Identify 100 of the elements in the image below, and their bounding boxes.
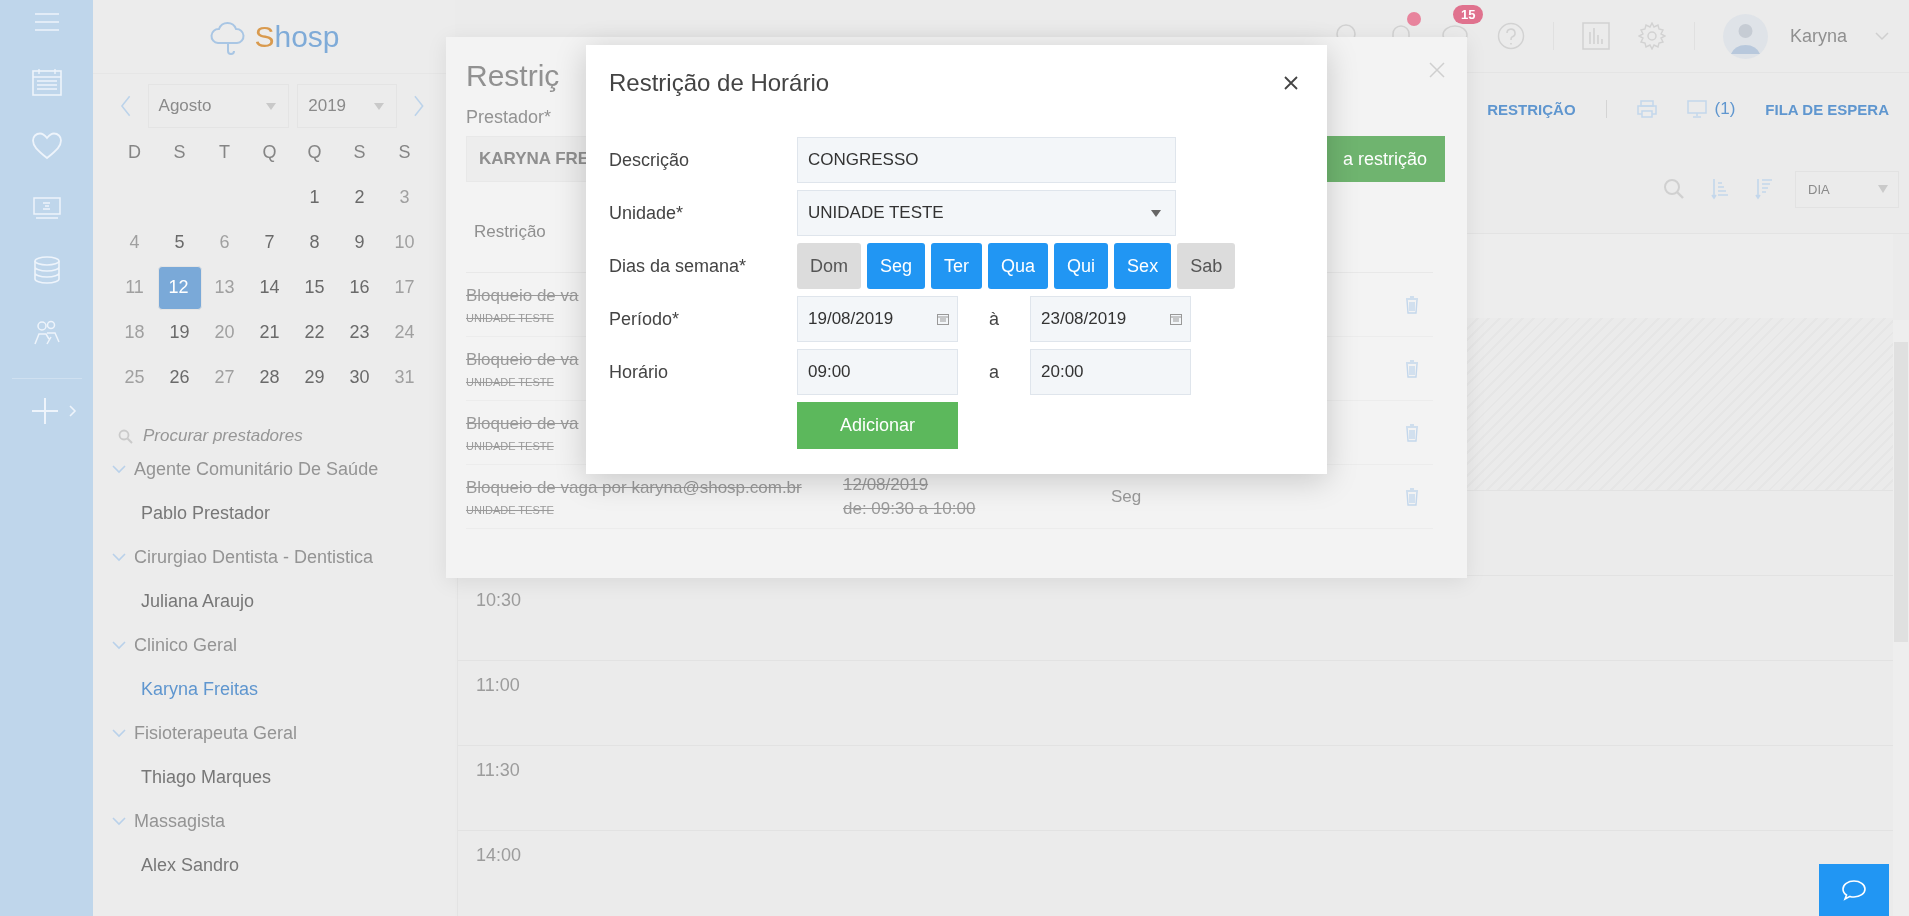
calendar-day[interactable]: 11	[112, 265, 157, 310]
user-name[interactable]: Karyna	[1789, 25, 1847, 47]
trash-icon[interactable]	[1405, 359, 1419, 378]
end-time-field[interactable]: 20:00	[1030, 349, 1191, 395]
chat-button[interactable]	[1819, 864, 1889, 916]
calendar-day[interactable]: 18	[112, 310, 157, 355]
calendar-day[interactable]: 19	[157, 310, 202, 355]
close-icon[interactable]	[1283, 75, 1299, 91]
panel-title: Restriç	[466, 59, 560, 93]
calendar-day[interactable]: 12	[157, 265, 202, 310]
heart-icon[interactable]	[31, 132, 62, 160]
view-select[interactable]: DIA	[1795, 170, 1899, 208]
group-label[interactable]: Cirurgiao Dentista - Dentistica	[134, 546, 374, 568]
previous-month-icon[interactable]	[120, 95, 132, 117]
weekday-toggle[interactable]: Sex	[1114, 243, 1172, 289]
menu-icon[interactable]	[33, 12, 60, 32]
monitor-queue-button[interactable]: (1)	[1686, 99, 1736, 119]
time-label: 14:00	[476, 845, 522, 865]
chevron-icon[interactable]	[112, 640, 126, 650]
sort-descending-icon[interactable]	[1755, 178, 1773, 200]
weekday-toggle[interactable]: Qua	[988, 243, 1049, 289]
calendar-day[interactable]: 1	[292, 175, 337, 220]
calendar-day[interactable]: 25	[112, 355, 157, 400]
calendar-day[interactable]: 7	[247, 220, 292, 265]
description-field[interactable]: CONGRESSO	[797, 137, 1176, 183]
start-date-field[interactable]: 19/08/2019	[797, 296, 958, 342]
settings-icon[interactable]	[1637, 22, 1666, 50]
calendar-day[interactable]: 22	[292, 310, 337, 355]
start-time-field[interactable]: 09:00	[797, 349, 958, 395]
chart-icon[interactable]	[1581, 22, 1610, 50]
weekday-toggle[interactable]: Dom	[797, 243, 861, 289]
calendar-day[interactable]: 20	[202, 310, 247, 355]
weekday-toggle[interactable]: Ter	[931, 243, 983, 289]
provider-item[interactable]: Alex Sandro	[112, 840, 433, 890]
add-icon[interactable]	[30, 397, 59, 425]
calendar-day[interactable]: 4	[112, 220, 157, 265]
print-icon[interactable]	[1636, 100, 1657, 118]
group-label[interactable]: Massagista	[134, 810, 226, 832]
column-header: Restrição	[474, 222, 546, 242]
trash-icon[interactable]	[1405, 487, 1419, 506]
add-button[interactable]: Adicionar	[797, 402, 958, 449]
calendar-day[interactable]: 28	[247, 355, 292, 400]
calendar-day[interactable]: 8	[292, 220, 337, 265]
sort-ascending-icon[interactable]	[1711, 178, 1729, 200]
calendar-day[interactable]: 10	[382, 220, 427, 265]
calendar-day[interactable]: 31	[382, 355, 427, 400]
money-icon[interactable]	[32, 196, 61, 220]
provider-item[interactable]: Pablo Prestador	[112, 488, 433, 538]
calendar-day[interactable]: 2	[337, 175, 382, 220]
dropdown-caret-icon	[1151, 209, 1161, 217]
calendar-day[interactable]: 23	[337, 310, 382, 355]
weekday-toggle[interactable]: Qui	[1054, 243, 1109, 289]
waiting-list-link[interactable]: FILA DE ESPERA	[1765, 100, 1889, 118]
calendar-day[interactable]: 15	[292, 265, 337, 310]
calendar-day[interactable]: 5	[157, 220, 202, 265]
calendar-day[interactable]: 24	[382, 310, 427, 355]
calendar-day[interactable]: 3	[382, 175, 427, 220]
calendar-day[interactable]: 21	[247, 310, 292, 355]
end-date-field[interactable]: 23/08/2019	[1030, 296, 1191, 342]
chevron-icon[interactable]	[112, 728, 126, 738]
database-icon[interactable]	[32, 256, 61, 284]
calendar-day[interactable]: 16	[337, 265, 382, 310]
people-icon[interactable]	[31, 320, 62, 346]
calendar-day[interactable]: 14	[247, 265, 292, 310]
group-label[interactable]: Clinico Geral	[134, 634, 238, 656]
chevron-down-icon[interactable]	[1875, 31, 1889, 41]
unit-select[interactable]: UNIDADE TESTE	[797, 190, 1176, 236]
restriction-link[interactable]: RESTRIÇÃO	[1487, 100, 1576, 118]
group-label[interactable]: Agente Comunitário De Saúde	[134, 458, 379, 480]
calendar-day[interactable]: 13	[202, 265, 247, 310]
search-icon[interactable]	[1663, 178, 1685, 200]
calendar-day[interactable]: 29	[292, 355, 337, 400]
trash-icon[interactable]	[1405, 423, 1419, 442]
provider-item[interactable]: Karyna Freitas	[112, 664, 433, 714]
chevron-right-icon[interactable]	[68, 405, 77, 417]
chevron-icon[interactable]	[112, 552, 126, 562]
calendar-day[interactable]: 9	[337, 220, 382, 265]
dropdown-caret-icon	[1878, 185, 1888, 193]
weekday-toggle[interactable]: Sab	[1177, 243, 1236, 289]
field-label: Dias da semana*	[609, 255, 748, 277]
month-select[interactable]: Agosto	[147, 84, 290, 128]
calendar-day[interactable]: 17	[382, 265, 427, 310]
search-icon	[118, 428, 133, 444]
help-icon[interactable]	[1496, 22, 1525, 50]
group-label[interactable]: Fisioterapeuta Geral	[134, 722, 298, 744]
trash-icon[interactable]	[1405, 295, 1419, 314]
search-field[interactable]: Procurar prestadores	[143, 426, 393, 446]
avatar[interactable]	[1722, 13, 1768, 59]
calendar-day[interactable]: 27	[202, 355, 247, 400]
calendar-icon[interactable]	[31, 68, 62, 96]
weekday-toggle[interactable]: Seg	[867, 243, 926, 289]
calendar-day[interactable]: 6	[202, 220, 247, 265]
provider-item[interactable]: Juliana Araujo	[112, 576, 433, 626]
year-select[interactable]: 2019	[297, 84, 398, 128]
next-month-icon[interactable]	[413, 95, 425, 117]
calendar-day[interactable]: 26	[157, 355, 202, 400]
calendar-day[interactable]: 30	[337, 355, 382, 400]
chevron-icon[interactable]	[112, 464, 126, 474]
chevron-icon[interactable]	[112, 816, 126, 826]
provider-item[interactable]: Thiago Marques	[112, 752, 433, 802]
